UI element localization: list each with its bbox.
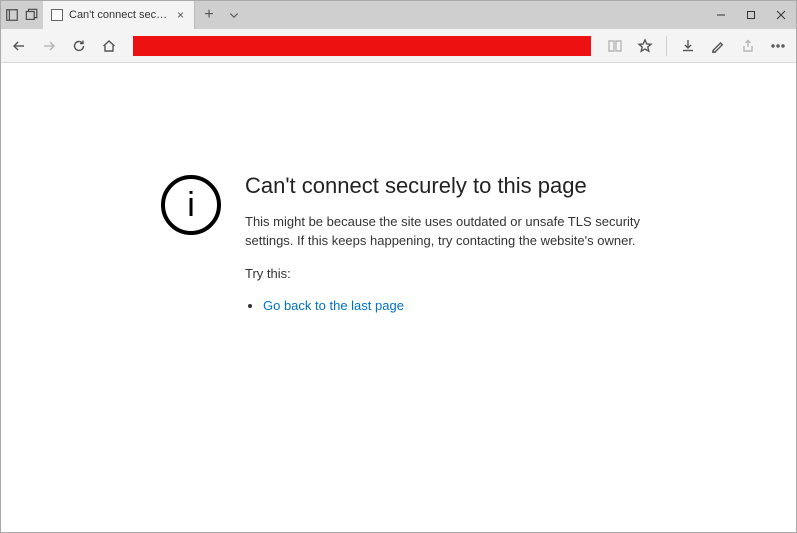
new-tab-button[interactable]: +: [195, 1, 223, 29]
favorites-star-icon[interactable]: [633, 34, 657, 58]
tab-favicon: [51, 9, 63, 21]
toolbar-separator: [666, 36, 667, 56]
close-window-button[interactable]: [766, 1, 796, 29]
error-body: Can't connect securely to this page This…: [245, 173, 665, 313]
page-content: i Can't connect securely to this page Th…: [1, 63, 796, 532]
minimize-button[interactable]: [706, 1, 736, 29]
show-tab-previews-icon[interactable]: [25, 8, 39, 22]
window-controls: [706, 1, 796, 29]
tab-title: Can't connect securely t: [69, 9, 169, 21]
maximize-button[interactable]: [736, 1, 766, 29]
downloads-icon[interactable]: [676, 34, 700, 58]
tab-close-button[interactable]: ×: [175, 8, 186, 22]
home-button[interactable]: [97, 34, 121, 58]
error-message: This might be because the site uses outd…: [245, 213, 665, 251]
tabs-dropdown-icon[interactable]: [223, 1, 245, 29]
info-icon: i: [161, 175, 221, 235]
set-aside-tabs-icon[interactable]: [5, 8, 19, 22]
go-back-link[interactable]: Go back to the last page: [263, 298, 404, 313]
error-heading: Can't connect securely to this page: [245, 173, 665, 199]
title-bar: Can't connect securely t × +: [1, 1, 796, 29]
refresh-button[interactable]: [67, 34, 91, 58]
forward-button[interactable]: [37, 34, 61, 58]
notes-icon[interactable]: [706, 34, 730, 58]
titlebar-left-icons: [1, 1, 43, 29]
error-try-label: Try this:: [245, 265, 665, 284]
address-bar[interactable]: [133, 36, 591, 56]
browser-tab[interactable]: Can't connect securely t ×: [43, 1, 195, 29]
reading-view-icon[interactable]: [603, 34, 627, 58]
nav-toolbar: [1, 29, 796, 63]
share-icon[interactable]: [736, 34, 760, 58]
error-suggestion: Go back to the last page: [263, 298, 665, 313]
error-container: i Can't connect securely to this page Th…: [161, 173, 681, 313]
more-menu-icon[interactable]: [766, 34, 790, 58]
back-button[interactable]: [7, 34, 31, 58]
